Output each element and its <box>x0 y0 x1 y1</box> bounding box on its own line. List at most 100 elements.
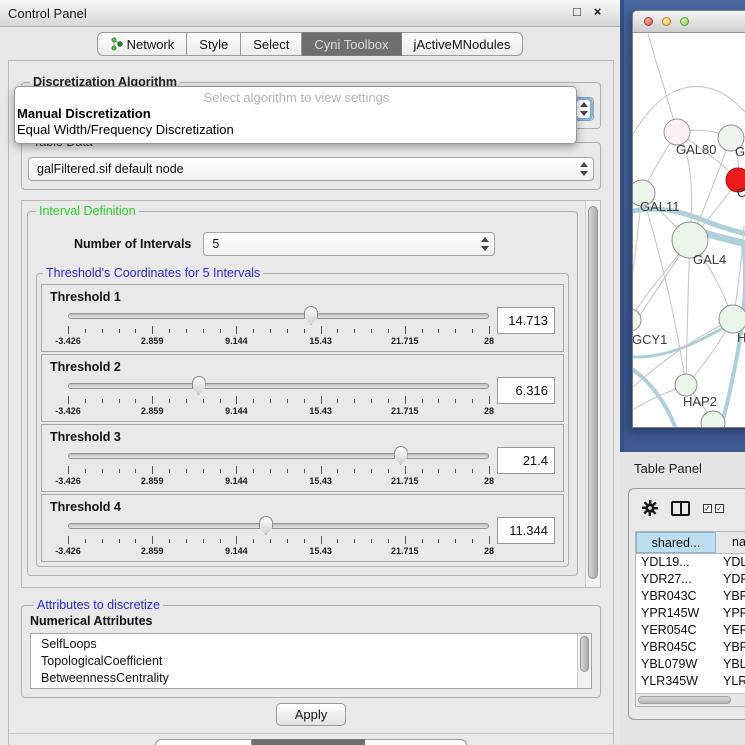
tick-mark <box>455 469 456 473</box>
tick-mark <box>152 396 153 404</box>
tick-mark <box>220 399 221 403</box>
table-row[interactable]: YDR27...YDR2 <box>636 571 745 588</box>
numerical-attributes-list[interactable]: SelfLoopsTopologicalCoefficientBetweenne… <box>30 633 592 689</box>
tab-select[interactable]: Select <box>241 32 302 56</box>
tick-mark <box>472 539 473 543</box>
table-cell: YDR2 <box>716 571 745 588</box>
table-row[interactable]: YBR045CYBR0 <box>636 639 745 656</box>
network-canvas[interactable]: GAL80 GA GAL11 GAL4 C GCY1 H HAP2 <box>633 34 745 427</box>
table-row[interactable]: YBL079WYBL0 <box>636 656 745 673</box>
tick-mark <box>371 329 372 333</box>
slider-track[interactable] <box>68 313 489 319</box>
tick-mark <box>287 399 288 403</box>
slider-handle[interactable] <box>304 306 318 325</box>
table-data-combobox[interactable]: galFiltered.sif default node <box>28 157 594 181</box>
slider-handle[interactable] <box>394 446 408 465</box>
slider-ticks <box>68 466 489 475</box>
tick-label: 9.144 <box>225 406 248 416</box>
tab-jactivemnodules[interactable]: jActiveMNodules <box>402 32 524 56</box>
slider-handle[interactable] <box>192 376 206 395</box>
split-view-icon[interactable] <box>671 501 690 516</box>
tick-mark <box>236 396 237 404</box>
scrollbar-thumb[interactable] <box>588 206 598 579</box>
threshold-slider[interactable]: -3.4262.8599.14415.4321.71528 <box>68 306 489 348</box>
slider-handle[interactable] <box>259 516 273 535</box>
slider-track[interactable] <box>68 523 489 529</box>
tick-mark <box>489 396 490 404</box>
close-traffic-light-icon[interactable] <box>644 17 653 26</box>
apply-button[interactable]: Apply <box>276 703 347 726</box>
tick-mark <box>119 329 120 333</box>
tab-impute-data[interactable]: Impute Data <box>155 739 252 745</box>
network-node-hap2[interactable] <box>675 374 697 396</box>
slider-tick-labels: -3.4262.8599.14415.4321.71528 <box>68 406 489 417</box>
slider-track[interactable] <box>68 383 489 389</box>
float-window-icon[interactable]: □ <box>568 4 585 19</box>
threshold-value-field[interactable]: 6.316 <box>497 377 555 404</box>
column-header-name[interactable]: na <box>716 532 745 553</box>
tab-infer-network[interactable]: Infer Network <box>365 739 467 745</box>
tab-label: jActiveMNodules <box>414 37 511 52</box>
tick-mark <box>169 329 170 333</box>
table-row[interactable]: YPR145WYPR1 <box>636 605 745 622</box>
table-cell: YER054C <box>636 622 716 639</box>
threshold-slider[interactable]: -3.4262.8599.14415.4321.71528 <box>68 446 489 488</box>
scrollbar-thumb[interactable] <box>638 696 731 704</box>
zoom-traffic-light-icon[interactable] <box>680 17 689 26</box>
table-row[interactable]: YDL19...YDL1 <box>636 554 745 571</box>
checkbox-icon <box>703 504 712 513</box>
scrollbar-thumb[interactable] <box>580 636 589 672</box>
dropdown-item-placeholder[interactable]: Select algorithm to view settings <box>15 90 576 106</box>
desktop-area: GAL80 GA GAL11 GAL4 C GCY1 H HAP2 Table … <box>620 0 745 745</box>
tab-style[interactable]: Style <box>187 32 241 56</box>
gear-icon[interactable] <box>642 500 658 516</box>
slider-track[interactable] <box>68 453 489 459</box>
dropdown-item-equal-width-frequency[interactable]: Equal Width/Frequency Discretization <box>15 122 576 138</box>
tab-cyni-toolbox[interactable]: Cyni Toolbox <box>302 32 401 56</box>
threshold-value-field[interactable]: 21.4 <box>497 447 555 474</box>
table-row[interactable]: YER054CYER0 <box>636 622 745 639</box>
tab-discretize-data[interactable]: Discretize Data <box>252 739 365 745</box>
table-data-combobox-value: galFiltered.sif default node <box>37 162 184 176</box>
stepper-icon[interactable] <box>577 160 590 178</box>
tick-mark <box>422 329 423 333</box>
stepper-icon[interactable] <box>577 100 590 118</box>
threshold-value-field[interactable]: 14.713 <box>497 307 555 334</box>
bottom-tabbar: Impute DataDiscretize DataInfer Network <box>9 739 613 745</box>
threshold-slider[interactable]: -3.4262.8599.14415.4321.71528 <box>68 516 489 558</box>
number-of-intervals-combobox[interactable]: 5 <box>203 232 495 256</box>
threshold-slider[interactable]: -3.4262.8599.14415.4321.71528 <box>68 376 489 418</box>
threshold-value-field[interactable]: 11.344 <box>497 517 555 544</box>
tick-mark <box>455 329 456 333</box>
tab-network[interactable]: Network <box>97 32 188 56</box>
attribute-list-item[interactable]: BetweennessCentrality <box>41 670 591 687</box>
slider-ticks <box>68 396 489 405</box>
tick-mark <box>169 469 170 473</box>
network-node-right[interactable] <box>719 305 745 333</box>
close-window-icon[interactable]: × <box>589 4 606 19</box>
minimize-traffic-light-icon[interactable] <box>662 17 671 26</box>
table-row[interactable]: YBR043CYBR0 <box>636 588 745 605</box>
network-node-bottom[interactable] <box>701 411 725 427</box>
top-tabbar: NetworkStyleSelectCyni Toolbox jActiveMNo… <box>0 32 620 56</box>
attribute-list-item[interactable]: SelfLoops <box>41 636 591 653</box>
table-panel-title: Table Panel <box>634 461 702 476</box>
window-title: Control Panel <box>8 6 87 21</box>
table-cell: YBL0 <box>716 656 745 673</box>
slider-tick-labels: -3.4262.8599.14415.4321.71528 <box>68 336 489 347</box>
dropdown-item-manual-discretization[interactable]: Manual Discretization <box>15 106 576 122</box>
column-header-shared-name[interactable]: shared... <box>636 532 716 553</box>
tick-mark <box>220 329 221 333</box>
stepper-icon[interactable] <box>478 235 491 253</box>
horizontal-scrollbar[interactable] <box>636 693 745 706</box>
vertical-scrollbar[interactable] <box>585 201 600 587</box>
tick-mark <box>321 466 322 474</box>
column-visibility-checkboxes-icon[interactable] <box>703 504 724 513</box>
attribute-list-item[interactable]: TopologicalCoefficient <box>41 653 591 670</box>
table-row[interactable]: YLR345WYLR3 <box>636 673 745 690</box>
tick-mark <box>321 326 322 334</box>
tick-mark <box>85 469 86 473</box>
tick-mark <box>85 329 86 333</box>
network-node-gcy1[interactable] <box>633 309 641 331</box>
list-scrollbar[interactable] <box>577 634 591 688</box>
